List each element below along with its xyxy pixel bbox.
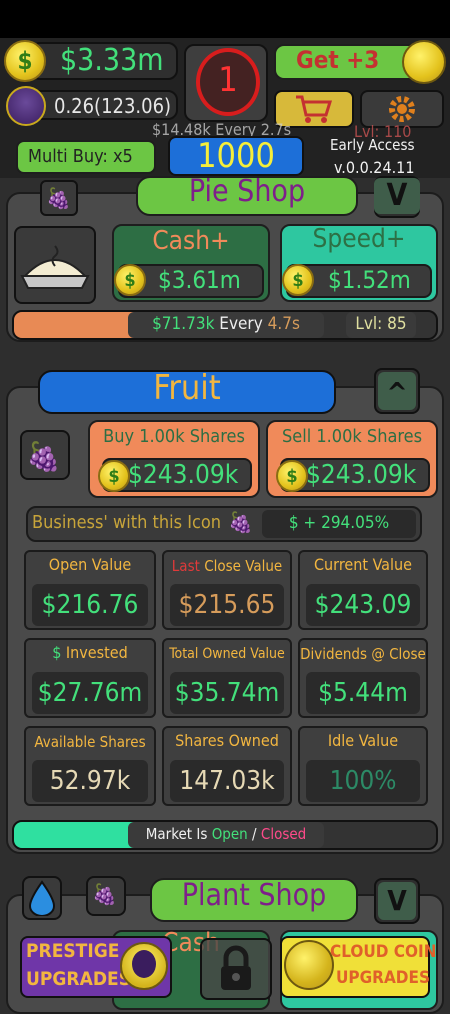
fruit-icon: 🍇 [26,440,61,473]
invested-label-line: $ Invested [26,643,154,662]
early-access-label: Early Access [330,136,415,154]
pie-interval-value: 4.7s [267,314,300,334]
buy-coin-icon: $ [98,460,130,492]
plant-shop-title: Plant Shop [181,878,327,913]
pie-every-label: Every [219,314,263,334]
idle-value-cell: Idle Value 100% [298,726,428,806]
buy-shares-value: $243.09k [128,460,239,490]
sell-shares-value: $243.09k [306,460,417,490]
cloud-coin-icon [402,40,446,84]
fruit-category-icon: 🍇 [46,186,71,210]
pie-speed-value: $1.52m [328,266,411,294]
prestige-line-1: PRESTIGE [26,940,120,962]
buy-shares-label: Buy 1.00k Shares [103,426,245,447]
available-shares-value: 52.97k [32,760,148,802]
last-word: Last [171,557,200,575]
available-shares-cell: Available Shares 52.97k [24,726,156,806]
total-owned-label: Total Owned Value [169,646,285,662]
pie-cash-label: Cash+ [152,226,230,256]
dollar-icon: $ [52,643,62,662]
sell-shares-label: Sell 1.00k Shares [281,426,423,447]
amount-value: 1000 [197,136,275,176]
invested-cell: $ Invested $27.76m [24,638,156,718]
level-number: 1 [218,60,238,100]
prestige-avatar-inner [132,950,156,978]
idle-value-label: Idle Value [327,731,399,750]
dividends-label: Dividends @ Close [300,645,426,663]
avatar-icon [6,86,46,126]
cloud-coin-line-2: UPGRADES [336,968,430,988]
gear-icon [389,96,415,122]
open-value-label: Open Value [48,555,132,574]
multi-buy-label: Multi Buy: x5 [28,146,133,167]
cloud-coin-button-icon [284,940,334,990]
shares-owned-label: Shares Owned [175,731,279,750]
close-value-cell: Last Close Value $215.65 [162,550,292,630]
shares-owned-value: 147.03k [170,760,284,802]
rate-value: 0.26(123.06) [54,94,172,118]
status-bar [0,0,450,38]
money-value: $3.33m [60,43,164,78]
idle-value: 100% [306,760,420,802]
cloud-coin-line-1: CLOUD COIN [330,942,437,962]
get-bonus-label: Get +3 [296,46,380,74]
dividends-value: $5.44m [306,672,420,714]
business-fruit-icon: 🍇 [228,510,253,534]
total-owned-cell: Total Owned Value $35.74m [162,638,292,718]
pie-icon [20,245,90,289]
invested-label: Invested [65,643,128,662]
business-text: Business' with this Icon [32,512,222,533]
shopping-cart-icon [296,95,333,123]
pie-speed-label: Speed+ [312,224,406,254]
plant-chevron-down-icon: V [378,882,416,920]
close-value: $215.65 [170,584,284,626]
total-owned-value: $35.74m [170,672,284,714]
market-status-line: Market Is Open / Closed [128,825,324,843]
chevron-up-icon: ^ [378,372,416,410]
market-open-label: Open [211,825,248,843]
chevron-down-icon: V [374,178,420,214]
current-value: $243.09 [306,584,420,626]
dollar-coin-icon: $ [4,40,46,82]
open-value-cell: Open Value $216.76 [24,550,156,630]
close-value-label-line: Last Close Value [164,557,290,575]
pie-shop-title: Pie Shop [188,174,306,209]
market-sep: / [252,825,257,843]
market-closed-label: Closed [260,825,307,843]
pie-cash-coin-icon: $ [114,264,146,296]
shares-owned-cell: Shares Owned 147.03k [162,726,292,806]
pie-income-line: $71.73k Every 4.7s [128,314,324,334]
current-value-cell: Current Value $243.09 [298,550,428,630]
pie-income-value: $71.73k [152,314,215,334]
water-drop-icon [28,880,56,916]
current-value-label: Current Value [314,555,412,574]
open-value: $216.76 [32,584,148,626]
market-is-label: Market Is [145,825,208,843]
close-value-label: Close Value [204,557,283,575]
prestige-line-2: UPGRADES [26,968,132,990]
dividends-cell: Dividends @ Close $5.44m [298,638,428,718]
fruit-title: Fruit [153,368,221,408]
bonus-value: $ + 294.05% [288,513,390,533]
plant-fruit-icon: 🍇 [92,882,117,906]
pie-speed-coin-icon: $ [282,264,314,296]
sell-coin-icon: $ [276,460,308,492]
pie-cash-value: $3.61m [158,266,241,294]
available-shares-label: Available Shares [34,733,146,751]
lock-icon [221,945,251,990]
pie-level: Lvl: 85 [355,314,407,334]
invested-value: $27.76m [32,672,148,714]
